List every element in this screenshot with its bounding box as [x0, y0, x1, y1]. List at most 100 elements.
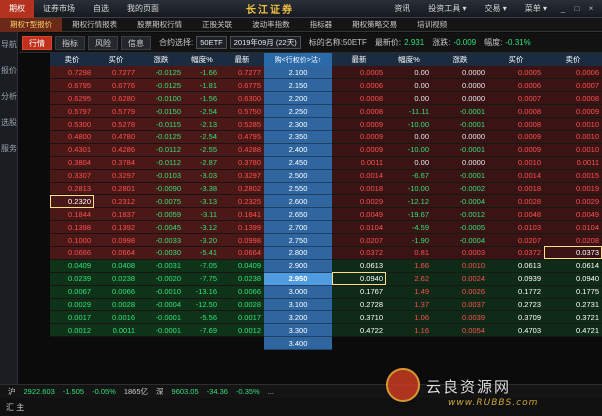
strike-row[interactable]: 2.400 [264, 143, 332, 157]
put-row[interactable]: 0.0008 0.00 0.0000 0.0007 0.0008 [332, 91, 602, 106]
menu-item-trade[interactable]: 交易 ▾ [476, 0, 516, 18]
strike-row[interactable]: 3.000 [264, 285, 332, 299]
tab-training-video[interactable]: 培训视频 [407, 18, 457, 32]
bottom-label[interactable]: 汇 主 [6, 402, 24, 413]
close-icon[interactable]: × [584, 0, 598, 18]
put-row[interactable]: 0.0018 -10.00 -0.0002 0.0018 0.0019 [332, 182, 602, 196]
menu-item-news[interactable]: 资讯 [385, 0, 419, 18]
put-row[interactable]: 0.0011 0.00 0.0000 0.0010 0.0011 [332, 156, 602, 170]
call-row[interactable]: 0.2320 0.2312 -0.0075 -3.13 0.2325 [50, 194, 264, 209]
contract-select[interactable]: 50ETF [196, 36, 227, 49]
strike-row[interactable]: 2.300 [264, 117, 332, 131]
strike-price-cell[interactable]: 2.150 [264, 78, 332, 93]
sidebar-item-quote[interactable]: 报价 [0, 58, 18, 84]
put-row[interactable]: 0.0613 1.66 0.0010 0.0613 0.0614 [332, 259, 602, 273]
menu-item-menu[interactable]: 菜单 ▾ [516, 0, 556, 18]
info-tab-button[interactable]: 信息 [121, 35, 151, 50]
tab-indicator[interactable]: 指标器 [300, 18, 343, 32]
put-row[interactable]: 0.0014 -6.67 -0.0001 0.0014 0.0015 [332, 169, 602, 183]
sidebar-item-service[interactable]: 服务 [0, 136, 18, 162]
sidebar-item-nav[interactable]: 导航 [0, 32, 18, 58]
strike-price-cell[interactable]: 2.950 [264, 272, 332, 286]
indicator-tab-button[interactable]: 指标 [55, 35, 85, 50]
tab-stock-options[interactable]: 股票期权行情 [127, 18, 192, 32]
put-row[interactable]: 0.0372 0.81 0.0003 0.0372 0.0373 [332, 246, 602, 260]
strike-price-cell[interactable]: 2.450 [264, 156, 332, 170]
strike-price-cell[interactable]: 3.100 [264, 298, 332, 312]
strike-row[interactable]: 2.700 [264, 220, 332, 235]
call-row[interactable]: 0.2813 0.2801 -0.0090 -3.38 0.2802 [50, 182, 264, 196]
strike-row[interactable]: 2.800 [264, 246, 332, 260]
call-row[interactable]: 0.5797 0.5779 -0.0150 -2.54 0.5750 [50, 104, 264, 119]
strike-row[interactable]: 2.750 [264, 233, 332, 247]
put-row[interactable]: 0.2728 1.37 0.0037 0.2723 0.2731 [332, 298, 602, 312]
call-header-pct[interactable]: 幅度% [184, 53, 220, 66]
put-row[interactable]: 0.3710 1.06 0.0039 0.3709 0.3721 [332, 310, 602, 325]
call-header-last[interactable]: 最新 [220, 53, 264, 66]
strike-price-cell[interactable]: 2.550 [264, 182, 332, 196]
strike-price-cell[interactable]: 2.900 [264, 259, 332, 273]
put-row[interactable]: 0.0008 -11.11 -0.0001 0.0008 0.0009 [332, 104, 602, 119]
strike-price-cell[interactable]: 2.200 [264, 91, 332, 106]
menu-item-watchlist[interactable]: 自选 [84, 0, 118, 18]
call-row[interactable]: 0.1398 0.1392 -0.0045 -3.12 0.1399 [50, 220, 264, 235]
call-row[interactable]: 0.4301 0.4286 -0.0112 -2.55 0.4288 [50, 143, 264, 157]
menu-item-securities-market[interactable]: 证券市场 [34, 0, 84, 18]
call-header-ask[interactable]: 卖价 [50, 53, 94, 66]
tab-underlying[interactable]: 正股关联 [192, 18, 242, 32]
call-row[interactable]: 0.0017 0.0016 -0.0001 -5.56 0.0017 [50, 310, 264, 325]
call-header-bid[interactable]: 买价 [94, 53, 138, 66]
put-row[interactable]: 0.0009 -10.00 -0.0001 0.0008 0.0010 [332, 117, 602, 131]
put-header-last[interactable]: 最新 [332, 53, 386, 66]
strike-row[interactable]: 2.900 [264, 259, 332, 273]
month-select[interactable]: 2019年09月 (22天) [229, 36, 301, 49]
call-row[interactable]: 0.1000 0.0998 -0.0033 -3.20 0.0998 [50, 233, 264, 247]
menu-item-my-page[interactable]: 我的页面 [118, 0, 168, 18]
call-row[interactable]: 0.5300 0.5278 -0.0115 -2.13 0.5285 [50, 117, 264, 131]
call-row[interactable]: 0.1844 0.1837 -0.0059 -3.11 0.1841 [50, 207, 264, 222]
call-row[interactable]: 0.3804 0.3784 -0.0112 -2.87 0.3780 [50, 156, 264, 170]
put-row[interactable]: 0.0104 -4.59 -0.0005 0.0103 0.0104 [332, 220, 602, 235]
call-row[interactable]: 0.6795 0.6776 -0.0125 -1.81 0.6775 [50, 78, 264, 93]
put-row[interactable]: 0.0049 -19.67 -0.0012 0.0048 0.0049 [332, 207, 602, 222]
tab-volatility-index[interactable]: 波动率指数 [242, 18, 300, 32]
strike-row[interactable]: 2.100 [264, 66, 332, 80]
tab-strategy-trade[interactable]: 期权策略交易 [342, 18, 407, 32]
strike-price-cell[interactable]: 2.350 [264, 130, 332, 144]
strike-price-cell[interactable]: 3.300 [264, 323, 332, 338]
strike-row[interactable]: 2.950 [264, 272, 332, 286]
strike-row[interactable]: 2.650 [264, 207, 332, 222]
call-row[interactable]: 0.0029 0.0028 -0.0004 -12.50 0.0028 [50, 298, 264, 312]
strike-price-cell[interactable]: 2.700 [264, 220, 332, 235]
minimize-icon[interactable]: _ [556, 0, 570, 18]
strike-price-cell[interactable]: 2.750 [264, 233, 332, 247]
call-row[interactable]: 0.0666 0.0664 -0.0030 -5.41 0.0664 [50, 246, 264, 260]
put-row[interactable]: 0.0009 0.00 0.0000 0.0009 0.0010 [332, 130, 602, 144]
put-header-pct[interactable]: 幅度% [386, 53, 432, 66]
put-header-bid[interactable]: 买价 [488, 53, 544, 66]
strike-price-cell[interactable]: 3.200 [264, 310, 332, 325]
strike-row[interactable]: 2.200 [264, 91, 332, 106]
tab-t-quote[interactable]: 期权T型报价 [0, 18, 63, 32]
strike-price-cell[interactable]: 2.500 [264, 169, 332, 183]
strike-row[interactable]: 3.200 [264, 310, 332, 325]
put-header-ask[interactable]: 卖价 [544, 53, 602, 66]
put-row[interactable]: 0.0006 0.00 0.0000 0.0006 0.0007 [332, 78, 602, 93]
sidebar-item-screener[interactable]: 选股 [0, 110, 18, 136]
call-row[interactable]: 0.0409 0.0408 -0.0031 -7.05 0.0409 [50, 259, 264, 273]
quote-tab-button[interactable]: 行情 [22, 35, 52, 50]
strike-header[interactable]: 购<行权价>沽↑ [264, 53, 332, 66]
maximize-icon[interactable]: □ [570, 0, 584, 18]
strike-row[interactable]: 2.350 [264, 130, 332, 144]
sidebar-item-analysis[interactable]: 分析 [0, 84, 18, 110]
strike-row[interactable]: 3.100 [264, 298, 332, 312]
strike-row[interactable]: 2.550 [264, 182, 332, 196]
put-row[interactable]: 0.0029 -12.12 -0.0004 0.0028 0.0029 [332, 194, 602, 209]
call-header-change[interactable]: 涨跌 [138, 53, 184, 66]
strike-row[interactable]: 2.250 [264, 104, 332, 119]
strike-price-cell[interactable]: 2.650 [264, 207, 332, 222]
call-row[interactable]: 0.3307 0.3297 -0.0103 -3.03 0.3297 [50, 169, 264, 183]
strike-row[interactable]: 2.600 [264, 194, 332, 209]
tab-options-report[interactable]: 期权行情报表 [62, 18, 127, 32]
strike-price-cell[interactable]: 2.800 [264, 246, 332, 260]
